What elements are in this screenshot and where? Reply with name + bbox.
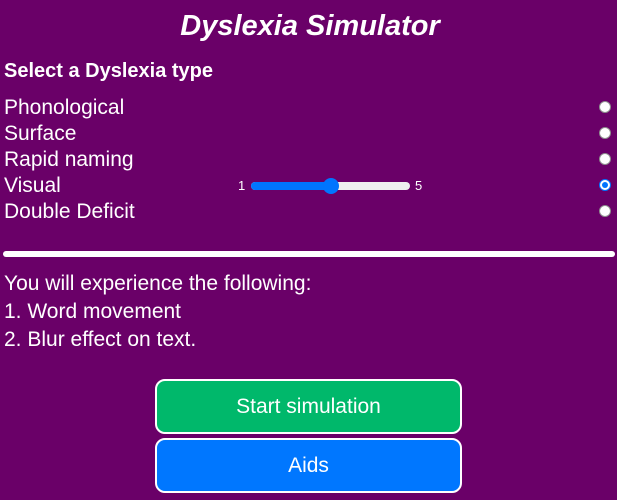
app-title: Dyslexia Simulator [180,10,440,42]
radio-rapid-naming[interactable] [599,153,611,165]
option-label-double-deficit: Double Deficit [4,200,135,223]
intensity-slider[interactable]: 1 5 [238,173,428,199]
option-row-rapid-naming[interactable]: Rapid naming [0,147,620,173]
option-label-surface: Surface [4,122,77,145]
radio-phonological[interactable] [599,101,611,113]
info-item-2: 2. Blur effect on text. [4,328,197,351]
radio-double-deficit[interactable] [599,205,611,217]
option-row-phonological[interactable]: Phonological [0,95,620,121]
aids-button[interactable]: Aids [155,438,462,493]
slider-max-label: 5 [415,178,423,193]
option-row-surface[interactable]: Surface [0,121,620,147]
info-intro: You will experience the following: [4,272,312,295]
section-divider [3,251,615,257]
option-label-rapid-naming: Rapid naming [4,148,134,171]
slider-thumb[interactable] [322,178,339,194]
option-label-phonological: Phonological [4,96,125,119]
option-row-double-deficit[interactable]: Double Deficit [0,199,620,225]
start-simulation-button[interactable]: Start simulation [155,379,462,434]
slider-fill [251,182,331,190]
radio-surface[interactable] [599,127,611,139]
slider-min-label: 1 [238,178,246,193]
info-item-1: 1. Word movement [4,300,182,323]
simulator-panel: Dyslexia Simulator Select a Dyslexia typ… [0,0,620,500]
radio-visual[interactable] [599,179,611,191]
dyslexia-type-heading: Select a Dyslexia type [4,60,214,82]
option-row-visual[interactable]: Visual 1 5 [0,173,620,199]
option-label-visual: Visual [4,174,61,197]
